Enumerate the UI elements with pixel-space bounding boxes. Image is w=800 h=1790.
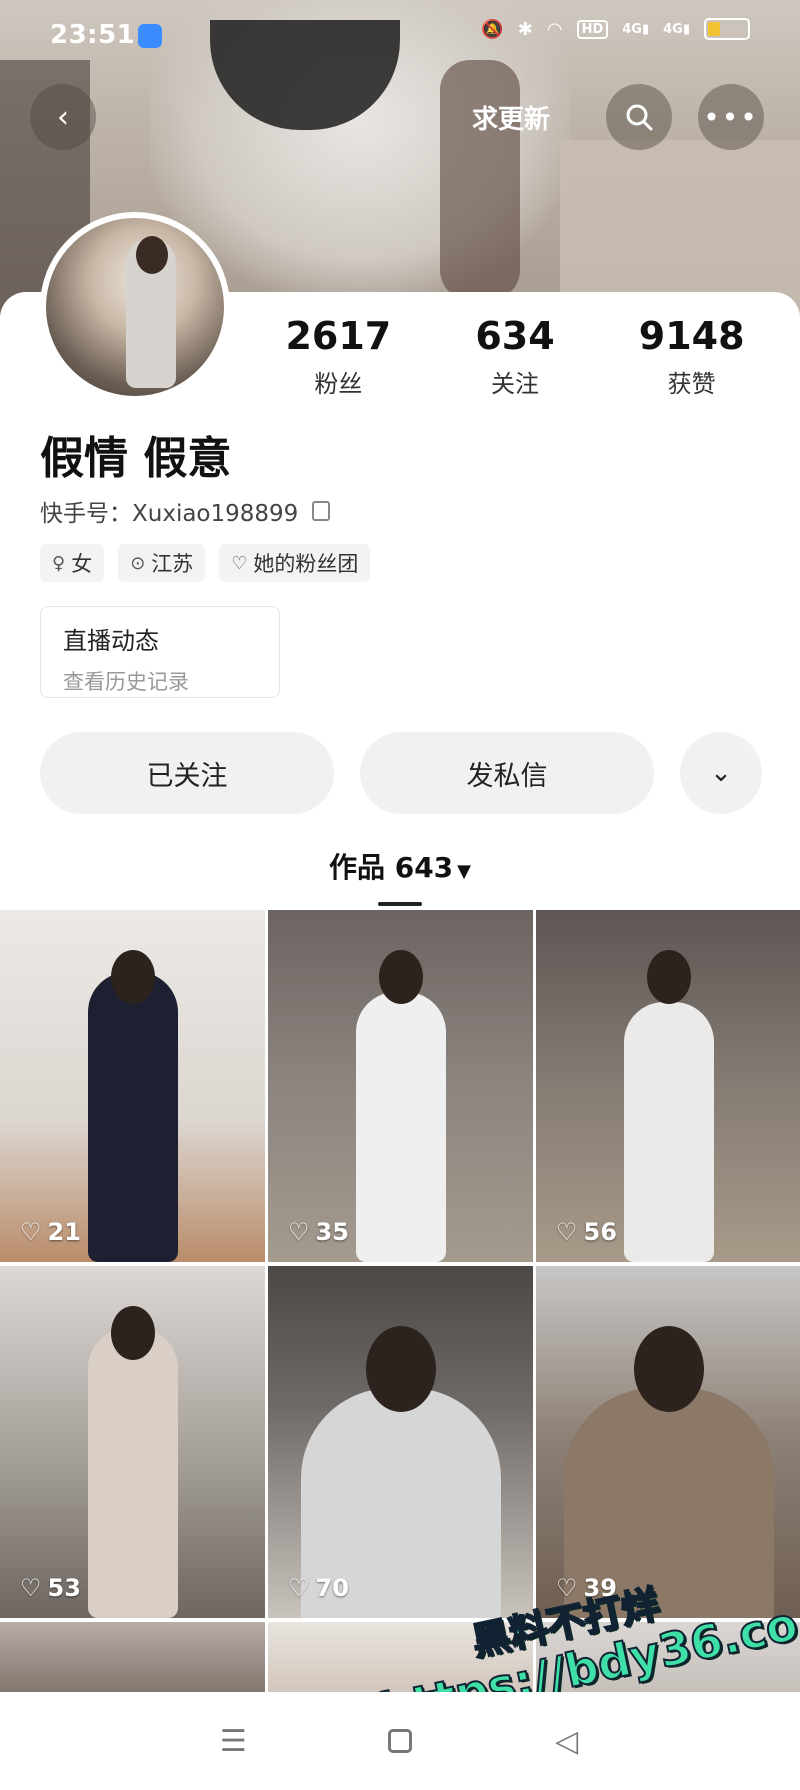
live-subtitle: 查看历史记录 [63,670,189,694]
send-message-button[interactable]: 发私信 [360,732,654,814]
work-thumbnail[interactable]: ♡ 21 [0,910,265,1262]
caret-down-icon: ▼ [457,861,472,882]
more-dots-icon: ••• [703,100,759,134]
work-thumbnail[interactable]: ♡ 53 [0,1266,265,1618]
copy-icon[interactable] [312,501,331,521]
heart-icon: ♡ [20,1218,42,1246]
stat-following[interactable]: 634 关注 [427,316,604,399]
work-thumbnail[interactable]: ♡ 35 [268,910,533,1262]
app-notification-icon [138,24,162,48]
mute-icon: 🔕 [481,18,504,40]
chevron-down-icon: ⌄ [710,758,732,788]
heart-icon: ♡ [288,1218,310,1246]
like-value: 56 [583,1218,617,1246]
signal-4g-icon: 4G▮ [663,21,690,37]
location-icon: ⊙ [130,552,146,574]
tab-works[interactable]: 作品 643 ▼ [0,846,800,886]
works-grid: ♡ 21 ♡ 35 ♡ 56 ♡ 53 ♡ 70 ♡ 39 [0,910,800,1722]
home-square-icon [387,1729,412,1753]
avatar[interactable] [40,212,230,402]
menu-icon: ☰ [219,1723,247,1759]
like-value: 21 [47,1218,81,1246]
status-icons: 🔕 ✱ ◠ HD 4G▮ 4G▮ [481,18,750,40]
more-options-button[interactable]: ••• [698,84,764,150]
signal-4g-icon: 4G▮ [622,21,650,37]
action-buttons: 已关注 发私信 ⌄ [40,732,762,814]
profile-stats: 2617 粉丝 634 关注 9148 获赞 [250,316,780,399]
female-icon: ♀ [52,552,66,574]
stat-likes[interactable]: 9148 获赞 [603,316,780,399]
tag-gender: ♀ 女 [40,544,105,582]
like-count: ♡ 70 [288,1574,349,1602]
work-thumbnail[interactable]: ♡ 56 [536,910,800,1262]
wifi-icon: ◠ [546,18,563,40]
like-count: ♡ 56 [556,1218,617,1246]
kwai-id: 快手号：Xuxiao198899 [40,494,331,528]
hd-icon: HD [576,19,609,39]
stat-label: 关注 [491,370,539,398]
profile-name: 假情 假意 [40,433,232,484]
tag-label: 女 [71,552,93,576]
heart-icon: ♡ [556,1218,578,1246]
works-label: 作品 643 [328,851,454,884]
back-triangle-icon: ◁ [555,1723,579,1759]
tag-fan-club[interactable]: ♡ 她的粉丝团 [219,544,371,582]
followed-button[interactable]: 已关注 [40,732,334,814]
stat-value: 2617 [285,314,392,358]
profile-tags: ♀ 女 ⊙ 江苏 ♡ 她的粉丝团 [40,544,371,582]
fan-club-icon: ♡ [231,552,248,574]
home-button[interactable] [370,1711,430,1771]
bluetooth-icon: ✱ [517,18,533,40]
stat-value: 634 [475,314,555,358]
stat-value: 9148 [638,314,745,358]
like-value: 70 [315,1574,349,1602]
tab-underline [378,902,422,906]
like-count: ♡ 35 [288,1218,349,1246]
kwai-id-text: 快手号：Xuxiao198899 [40,501,299,527]
live-history-card[interactable]: 直播动态 查看历史记录 [40,606,280,698]
stat-label: 获赞 [667,370,716,398]
battery-icon [704,18,750,40]
back-nav-button[interactable]: ◁ [537,1711,597,1771]
work-thumbnail[interactable]: ♡ 39 [536,1266,800,1618]
chevron-left-icon: ‹ [57,99,69,135]
stat-label: 粉丝 [314,370,363,398]
menu-button[interactable]: ☰ [203,1711,263,1771]
tag-label: 她的粉丝团 [253,552,359,576]
more-actions-button[interactable]: ⌄ [680,732,762,814]
back-button[interactable]: ‹ [30,84,96,150]
system-navigation-bar: ☰ ◁ [0,1692,800,1790]
like-value: 53 [47,1574,81,1602]
request-update-button[interactable]: 求更新 [452,84,570,150]
status-bar: 23:51 🔕 ✱ ◠ HD 4G▮ 4G▮ [0,0,800,70]
like-value: 35 [315,1218,349,1246]
like-count: ♡ 21 [20,1218,81,1246]
work-thumbnail[interactable]: ♡ 70 [268,1266,533,1618]
search-button[interactable] [606,84,672,150]
heart-icon: ♡ [20,1574,42,1602]
tag-location: ⊙ 江苏 [118,544,206,582]
heart-icon: ♡ [288,1574,310,1602]
live-title: 直播动态 [63,627,159,655]
status-time: 23:51 [50,20,136,50]
tag-label: 江苏 [151,552,194,576]
stat-followers[interactable]: 2617 粉丝 [250,316,427,399]
search-icon [626,104,653,131]
like-count: ♡ 53 [20,1574,81,1602]
